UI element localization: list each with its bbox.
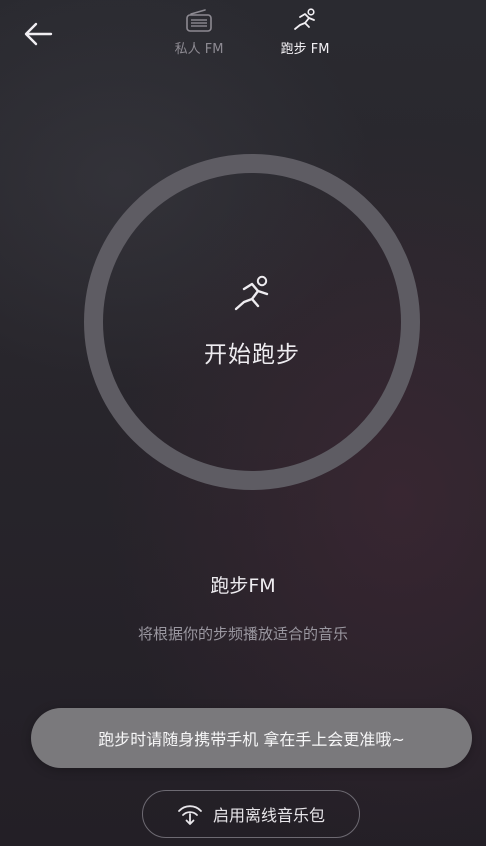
runner-icon	[290, 6, 320, 36]
runner-icon	[229, 273, 275, 319]
tab-private-fm[interactable]: 私人 FM	[170, 6, 228, 62]
wifi-download-icon	[177, 802, 203, 826]
start-run-button[interactable]: 开始跑步	[84, 154, 420, 490]
tab-label: 私人 FM	[174, 42, 224, 57]
offline-button-label: 启用离线音乐包	[212, 806, 325, 825]
tab-run-fm[interactable]: 跑步 FM	[276, 6, 334, 62]
arrow-left-icon	[24, 22, 53, 46]
tab-label: 跑步 FM	[280, 42, 330, 57]
page-title: 跑步FM	[210, 575, 276, 597]
page-subtitle: 将根据你的步频播放适合的音乐	[137, 625, 348, 643]
back-button[interactable]	[18, 14, 58, 54]
start-run-label: 开始跑步	[204, 342, 300, 368]
radio-icon	[184, 6, 214, 36]
enable-offline-pack-button[interactable]: 启用离线音乐包	[142, 790, 360, 838]
toast-message: 跑步时请随身携带手机 拿在手上会更准哦~	[31, 708, 472, 768]
